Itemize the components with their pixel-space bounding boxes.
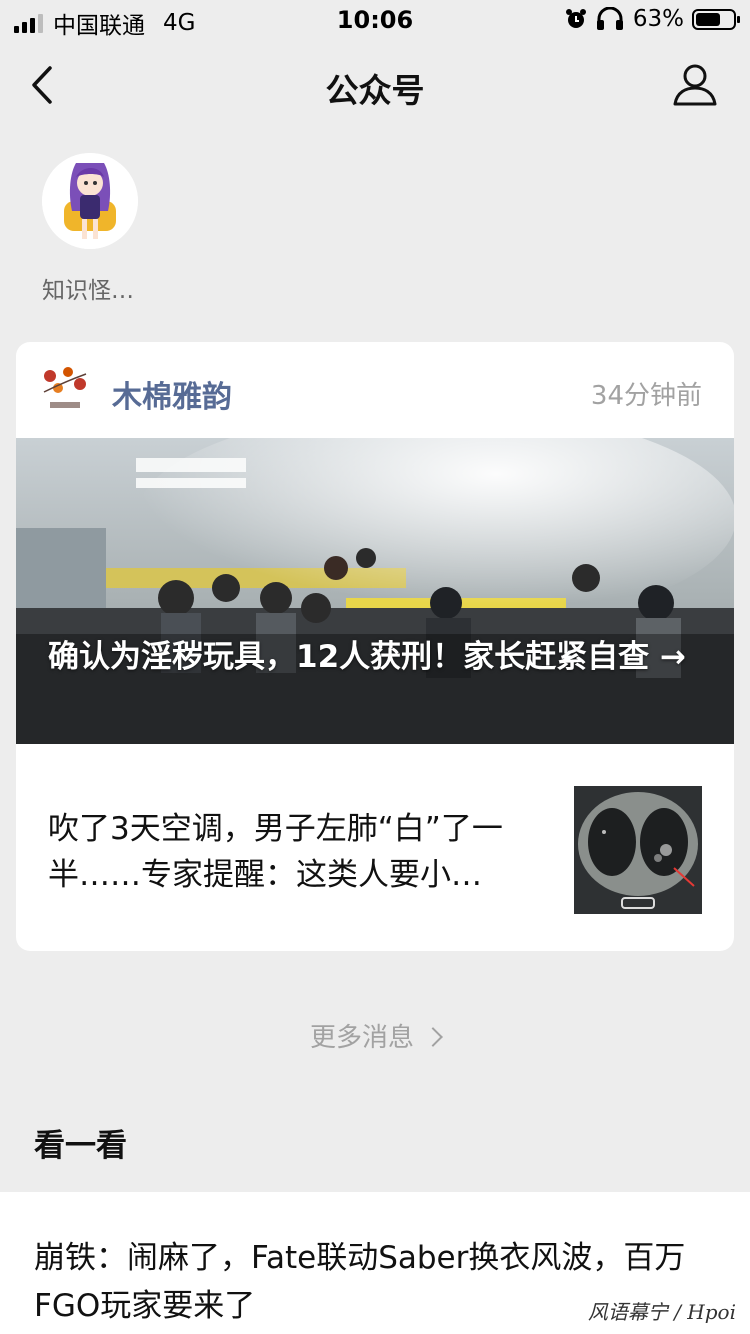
watermark: 风语幕宁 / Hpoi xyxy=(587,1300,736,1324)
account-name: 知识怪… xyxy=(42,278,134,304)
message-card: 木棉雅韵 34分钟前 确认为淫秽玩具，12人获刑！家长赶紧自查 → 吹了3天空调… xyxy=(16,342,734,951)
chevron-right-icon xyxy=(423,1027,443,1047)
source-logo xyxy=(38,362,92,416)
cover-article[interactable]: 确认为淫秽玩具，12人获刑！家长赶紧自查 → xyxy=(16,438,734,744)
more-messages-label: 更多消息 xyxy=(309,1023,414,1053)
source-name[interactable]: 木棉雅韵 xyxy=(112,372,232,416)
ct-scan-image xyxy=(574,786,702,914)
account-item[interactable]: 知识怪… xyxy=(42,153,142,305)
headphones-icon xyxy=(596,7,623,30)
more-messages-link[interactable]: 更多消息 xyxy=(0,1017,750,1054)
user-icon[interactable] xyxy=(672,62,718,108)
status-bar: 中国联通 4G 10:06 63% xyxy=(0,0,750,40)
alarm-icon xyxy=(565,9,586,28)
page-title: 公众号 xyxy=(325,71,425,110)
sub-article-title[interactable]: 吹了3天空调，男子左肺“白”了一半……专家提醒：这类人要小… xyxy=(48,806,558,898)
cover-headline[interactable]: 确认为淫秽玩具，12人获刑！家长赶紧自查 → xyxy=(48,634,688,680)
status-right: 63% xyxy=(565,6,740,32)
nav-bar: 公众号 xyxy=(0,40,750,130)
section-title: 看一看 xyxy=(34,1128,127,1164)
avatar-illustration xyxy=(42,153,138,249)
card-header[interactable]: 木棉雅韵 34分钟前 xyxy=(16,342,734,438)
sub-article[interactable]: 吹了3天空调，男子左肺“白”了一半……专家提醒：这类人要小… xyxy=(16,744,734,951)
sub-article-thumbnail[interactable] xyxy=(574,786,702,914)
cover-image xyxy=(16,438,734,744)
battery-icon xyxy=(692,8,740,30)
message-time: 34分钟前 xyxy=(590,381,702,411)
avatar[interactable] xyxy=(42,153,138,249)
battery-percent: 63% xyxy=(632,6,684,32)
